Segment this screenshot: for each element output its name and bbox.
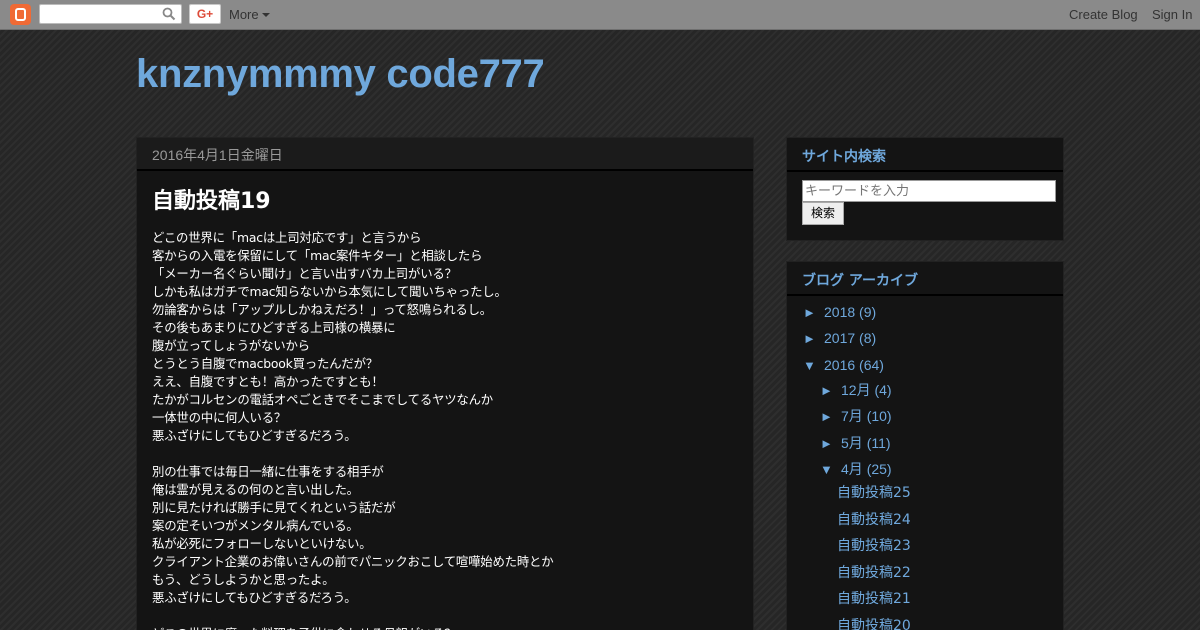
archive-year-label[interactable]: 2016 [824,357,855,373]
search-icon[interactable] [162,7,176,21]
archive-month-label[interactable]: 7月 [841,408,863,424]
expand-toggle-icon[interactable]: ► [820,409,841,424]
blog-archive-widget: ブログ アーカイブ ► 2018 (9) ► 2017 (8) ▼ 2016 (64)… [786,261,1064,630]
blogger-logo-icon[interactable] [10,4,31,25]
site-search-input[interactable] [802,180,1056,202]
archive-count: (8) [859,330,877,346]
archive-year-2017[interactable]: ► 2017 (8) [803,330,876,346]
post-body: どこの世界に「macは上司対応です」と言うから 客からの入電を保留にして「mac… [152,230,554,630]
chevron-down-icon [261,13,270,17]
widget-title-archive: ブログ アーカイブ [787,262,1063,296]
archive-month-label[interactable]: 12月 [841,382,871,398]
archive-year-2016[interactable]: ▼ 2016 (64) [803,357,884,373]
more-label: More [229,7,259,22]
archive-month-july[interactable]: ► 7月 (10) [820,406,892,426]
post-date-header: 2016年4月1日金曜日 [137,138,753,171]
collapse-toggle-icon[interactable]: ▼ [803,358,824,373]
archive-post-link[interactable]: 自動投稿21 [837,588,911,608]
more-menu-button[interactable]: More [229,7,270,22]
archive-count: (4) [874,382,892,398]
archive-month-label[interactable]: 4月 [841,461,863,477]
archive-post-link[interactable]: 自動投稿23 [837,535,911,555]
archive-count: (25) [866,461,892,477]
expand-toggle-icon[interactable]: ► [803,305,824,320]
archive-post-link[interactable]: 自動投稿20 [837,615,911,630]
expand-toggle-icon[interactable]: ► [803,331,824,346]
site-search-widget: サイト内検索 検索 [786,137,1064,241]
google-plus-share-button[interactable]: G+ [189,4,221,24]
collapse-toggle-icon[interactable]: ▼ [820,462,841,477]
archive-count: (11) [866,435,891,451]
archive-month-may[interactable]: ► 5月 (11) [820,433,891,453]
archive-month-april[interactable]: ▼ 4月 (25) [820,459,892,479]
create-blog-link[interactable]: Create Blog [1069,7,1138,22]
sign-in-link[interactable]: Sign In [1152,7,1192,22]
archive-year-label[interactable]: 2018 [824,304,855,320]
widget-title-search: サイト内検索 [787,138,1063,172]
main-column: 2016年4月1日金曜日 自動投稿19 どこの世界に「macは上司対応です」と言… [136,137,754,630]
archive-count: (64) [859,357,884,373]
blog-title[interactable]: knznymmmy code777 [136,52,545,97]
blogger-navbar: G+ More Create Blog Sign In [0,0,1200,30]
expand-toggle-icon[interactable]: ► [820,383,841,398]
archive-count: (10) [866,408,892,424]
navbar-search-box [39,4,182,25]
site-search-button[interactable]: 検索 [802,202,844,225]
post-title[interactable]: 自動投稿19 [152,183,738,215]
archive-count: (9) [859,304,877,320]
archive-month-december[interactable]: ► 12月 (4) [820,380,892,400]
archive-post-link[interactable]: 自動投稿22 [837,562,911,582]
archive-year-2018[interactable]: ► 2018 (9) [803,304,876,320]
archive-month-label[interactable]: 5月 [841,435,863,451]
archive-year-label[interactable]: 2017 [824,330,855,346]
archive-post-link[interactable]: 自動投稿24 [837,509,911,529]
expand-toggle-icon[interactable]: ► [820,436,841,451]
archive-post-link[interactable]: 自動投稿25 [837,482,911,502]
navbar-search-input[interactable] [40,7,158,25]
